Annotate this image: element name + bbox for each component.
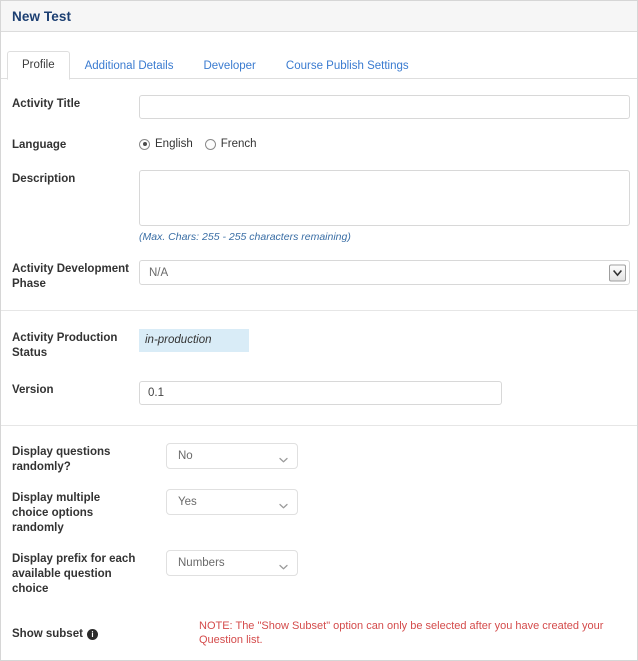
row-display-questions-randomly: Display questions randomly? No <box>1 426 637 475</box>
show-subset-label: Show subset <box>12 627 83 640</box>
row-display-multiple-choice-randomly: Display multiple choice options randomly… <box>1 475 637 536</box>
display-multiple-choice-randomly-value: Yes <box>178 496 197 508</box>
activity-production-status-field-wrap: in-production <box>139 329 637 352</box>
display-multiple-choice-randomly-field-wrap: Yes <box>139 489 637 515</box>
display-questions-randomly-select[interactable]: No <box>166 443 298 469</box>
display-questions-randomly-field-wrap: No <box>139 443 637 469</box>
row-version: Version <box>1 361 637 425</box>
row-show-subset: Show subset i NOTE: The "Show Subset" op… <box>1 597 637 660</box>
show-subset-note: NOTE: The "Show Subset" option can only … <box>199 620 604 646</box>
language-field-wrap: English French <box>139 136 637 150</box>
page-header: New Test <box>1 1 637 32</box>
activity-development-phase-value: N/A <box>149 266 169 279</box>
language-label: Language <box>12 139 67 151</box>
display-multiple-choice-randomly-select[interactable]: Yes <box>166 489 298 515</box>
row-activity-development-phase: Activity Development Phase N/A <box>1 243 637 310</box>
activity-development-phase-label: Activity Development Phase <box>12 263 129 290</box>
row-activity-production-status: Activity Production Status in-production <box>1 311 637 361</box>
activity-development-phase-field-wrap: N/A <box>139 260 637 285</box>
version-field-wrap <box>139 381 637 405</box>
activity-development-phase-select[interactable]: N/A <box>139 260 630 285</box>
row-language: Language English French <box>1 119 637 153</box>
row-activity-title: Activity Title <box>1 79 637 119</box>
language-french-label: French <box>220 138 257 150</box>
tab-additional-details[interactable]: Additional Details <box>70 52 189 80</box>
section-profile-basics: Activity Title Language English French D… <box>1 79 637 310</box>
tab-developer[interactable]: Developer <box>188 52 270 80</box>
version-label: Version <box>12 384 54 396</box>
chevron-down-icon[interactable] <box>279 498 288 509</box>
language-option-french[interactable]: French <box>204 138 257 150</box>
display-multiple-choice-randomly-label: Display multiple choice options randomly <box>12 492 101 534</box>
activity-production-status-value: in-production <box>139 329 249 352</box>
description-field-wrap: (Max. Chars: 255 - 255 characters remain… <box>139 170 637 243</box>
section-production: Activity Production Status in-production… <box>1 311 637 425</box>
display-prefix-label: Display prefix for each available questi… <box>12 553 136 595</box>
language-radio-group: English French <box>139 136 637 150</box>
row-display-prefix: Display prefix for each available questi… <box>1 536 637 597</box>
display-questions-randomly-label: Display questions randomly? <box>12 446 111 473</box>
tab-profile[interactable]: Profile <box>7 51 70 80</box>
description-char-hint: (Max. Chars: 255 - 255 characters remain… <box>139 231 351 243</box>
section-display-options: Display questions randomly? No Display m… <box>1 426 637 660</box>
chevron-down-icon[interactable] <box>609 264 626 281</box>
version-input[interactable] <box>139 381 502 405</box>
tab-bar: Profile Additional Details Developer Cou… <box>1 32 637 80</box>
description-textarea[interactable] <box>139 170 630 226</box>
tab-course-publish-settings[interactable]: Course Publish Settings <box>271 52 424 80</box>
display-prefix-field-wrap: Numbers <box>139 550 637 576</box>
activity-production-status-label: Activity Production Status <box>12 332 118 359</box>
language-english-label: English <box>155 138 193 150</box>
new-test-page: New Test Profile Additional Details Deve… <box>0 0 638 661</box>
display-prefix-select[interactable]: Numbers <box>166 550 298 576</box>
form-body: Activity Title Language English French D… <box>1 79 637 660</box>
row-description: Description (Max. Chars: 255 - 255 chara… <box>1 153 637 243</box>
description-label: Description <box>12 173 76 185</box>
chevron-down-icon[interactable] <box>279 452 288 463</box>
language-option-english[interactable]: English <box>139 138 193 150</box>
activity-title-input[interactable] <box>139 95 630 119</box>
info-icon[interactable]: i <box>86 628 98 640</box>
activity-title-field-wrap <box>139 95 637 119</box>
chevron-down-icon[interactable] <box>279 559 288 570</box>
display-prefix-value: Numbers <box>178 557 225 569</box>
display-questions-randomly-value: No <box>178 450 193 462</box>
activity-title-label: Activity Title <box>12 98 81 110</box>
show-subset-label-wrap: Show subset i <box>12 625 139 642</box>
show-subset-note-wrap: NOTE: The "Show Subset" option can only … <box>139 619 637 647</box>
radio-french-icon[interactable] <box>204 138 216 150</box>
page-title: New Test <box>12 8 72 24</box>
radio-english-icon[interactable] <box>139 138 150 150</box>
